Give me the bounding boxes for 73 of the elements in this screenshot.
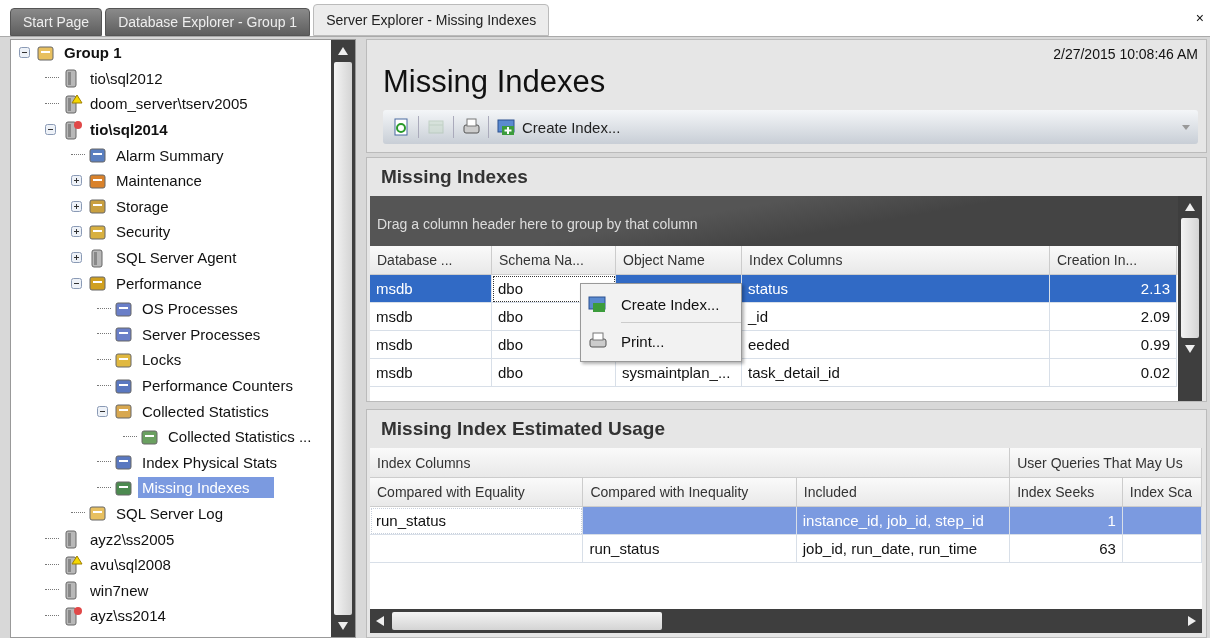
table-cell: instance_id, job_id, step_id [796, 507, 1011, 535]
scrollbar[interactable] [331, 40, 355, 637]
table-cell: eeded [742, 331, 1050, 359]
table-cell: msdb [370, 275, 492, 303]
group-by-hint: Drag a column header here to group by that column [377, 216, 698, 232]
table-cell: job_id, run_date, run_time [796, 535, 1011, 563]
printer-icon [461, 117, 481, 137]
table-cell: 0.02 [1050, 359, 1177, 387]
tree-item[interactable]: Locks [138, 349, 186, 371]
table-cell: 1 [1010, 507, 1123, 535]
refresh-icon [391, 117, 411, 137]
table-cell: 63 [1010, 535, 1123, 563]
expand-icon[interactable] [71, 200, 85, 212]
tree-item[interactable]: Collected Statistics [138, 400, 273, 422]
scrollbar[interactable] [370, 609, 1202, 633]
scroll-down-icon[interactable] [338, 622, 348, 630]
expand-icon[interactable] [71, 175, 85, 187]
tree-item[interactable]: ayz2\ss2005 [86, 528, 179, 550]
tree-item[interactable]: Security [112, 221, 175, 243]
collapse-icon[interactable] [71, 277, 85, 289]
panel-title: Missing Indexes [380, 165, 529, 189]
tree-item[interactable]: ayz\ss2014 [86, 605, 170, 627]
tree-item[interactable]: Index Physical Stats [138, 451, 282, 473]
table-icon [426, 117, 446, 137]
tree-item[interactable]: win7new [86, 579, 153, 601]
close-button[interactable]: × [1195, 10, 1210, 26]
tree-item[interactable]: Alarm Summary [112, 144, 228, 166]
tree-item[interactable]: Storage [112, 195, 173, 217]
collapse-icon[interactable] [97, 405, 111, 417]
table-cell: task_detail_id [742, 359, 1050, 387]
table-cell: msdb [370, 359, 492, 387]
table-cell: 2.13 [1050, 275, 1177, 303]
expand-icon[interactable] [71, 226, 85, 238]
collapse-icon[interactable] [19, 47, 33, 59]
panel-title: Missing Index Estimated Usage [380, 417, 667, 441]
tree-item[interactable]: Performance [112, 272, 206, 294]
tree-item[interactable]: SQL Server Agent [112, 247, 241, 269]
tree-item[interactable]: doom_server\tserv2005 [86, 93, 252, 115]
table-cell: status [742, 275, 1050, 303]
scroll-up-icon[interactable] [338, 47, 348, 55]
tree-item[interactable]: Server Processes [138, 323, 265, 345]
table-cell: msdb [370, 303, 492, 331]
scrollbar[interactable] [1178, 196, 1202, 401]
table-cell: msdb [370, 331, 492, 359]
table-cell: run_status [583, 535, 797, 563]
table-add-icon [496, 117, 518, 137]
scroll-right-icon[interactable] [1188, 616, 1196, 626]
tree-item[interactable]: tio\sql2012 [86, 67, 167, 89]
table-cell: 2.09 [1050, 303, 1177, 331]
tree-item[interactable]: Performance Counters [138, 375, 297, 396]
scroll-up-icon[interactable] [1185, 203, 1195, 211]
tab[interactable]: Server Explorer - Missing Indexes [313, 4, 550, 36]
table-add-icon [587, 294, 609, 314]
tab[interactable]: Database Explorer - Group 1 [105, 8, 311, 36]
tree-item[interactable]: Group 1 [60, 42, 126, 64]
scroll-down-icon[interactable] [1185, 345, 1195, 353]
table-cell: 0.99 [1050, 331, 1177, 359]
tree-item[interactable]: tio\sql2014 [86, 119, 172, 141]
create-index-button[interactable]: Create Index... [492, 115, 625, 139]
timestamp: 2/27/2015 10:08:46 AM [1053, 46, 1198, 64]
tree-item[interactable]: avu\sql2008 [86, 554, 175, 576]
tree-item[interactable]: Collected Statistics ... [164, 426, 316, 448]
tree-item[interactable]: Maintenance [112, 170, 206, 192]
page-title: Missing Indexes [383, 63, 606, 100]
tab[interactable]: Start Page [10, 8, 103, 36]
scroll-left-icon[interactable] [376, 616, 384, 626]
printer-icon [587, 331, 609, 351]
tree-item[interactable]: SQL Server Log [112, 503, 227, 524]
collapse-icon[interactable] [45, 124, 59, 136]
table-cell: _id [742, 303, 1050, 331]
expand-icon[interactable] [71, 252, 85, 264]
tree-item[interactable]: OS Processes [138, 298, 242, 320]
table-cell: run_status [370, 507, 584, 535]
